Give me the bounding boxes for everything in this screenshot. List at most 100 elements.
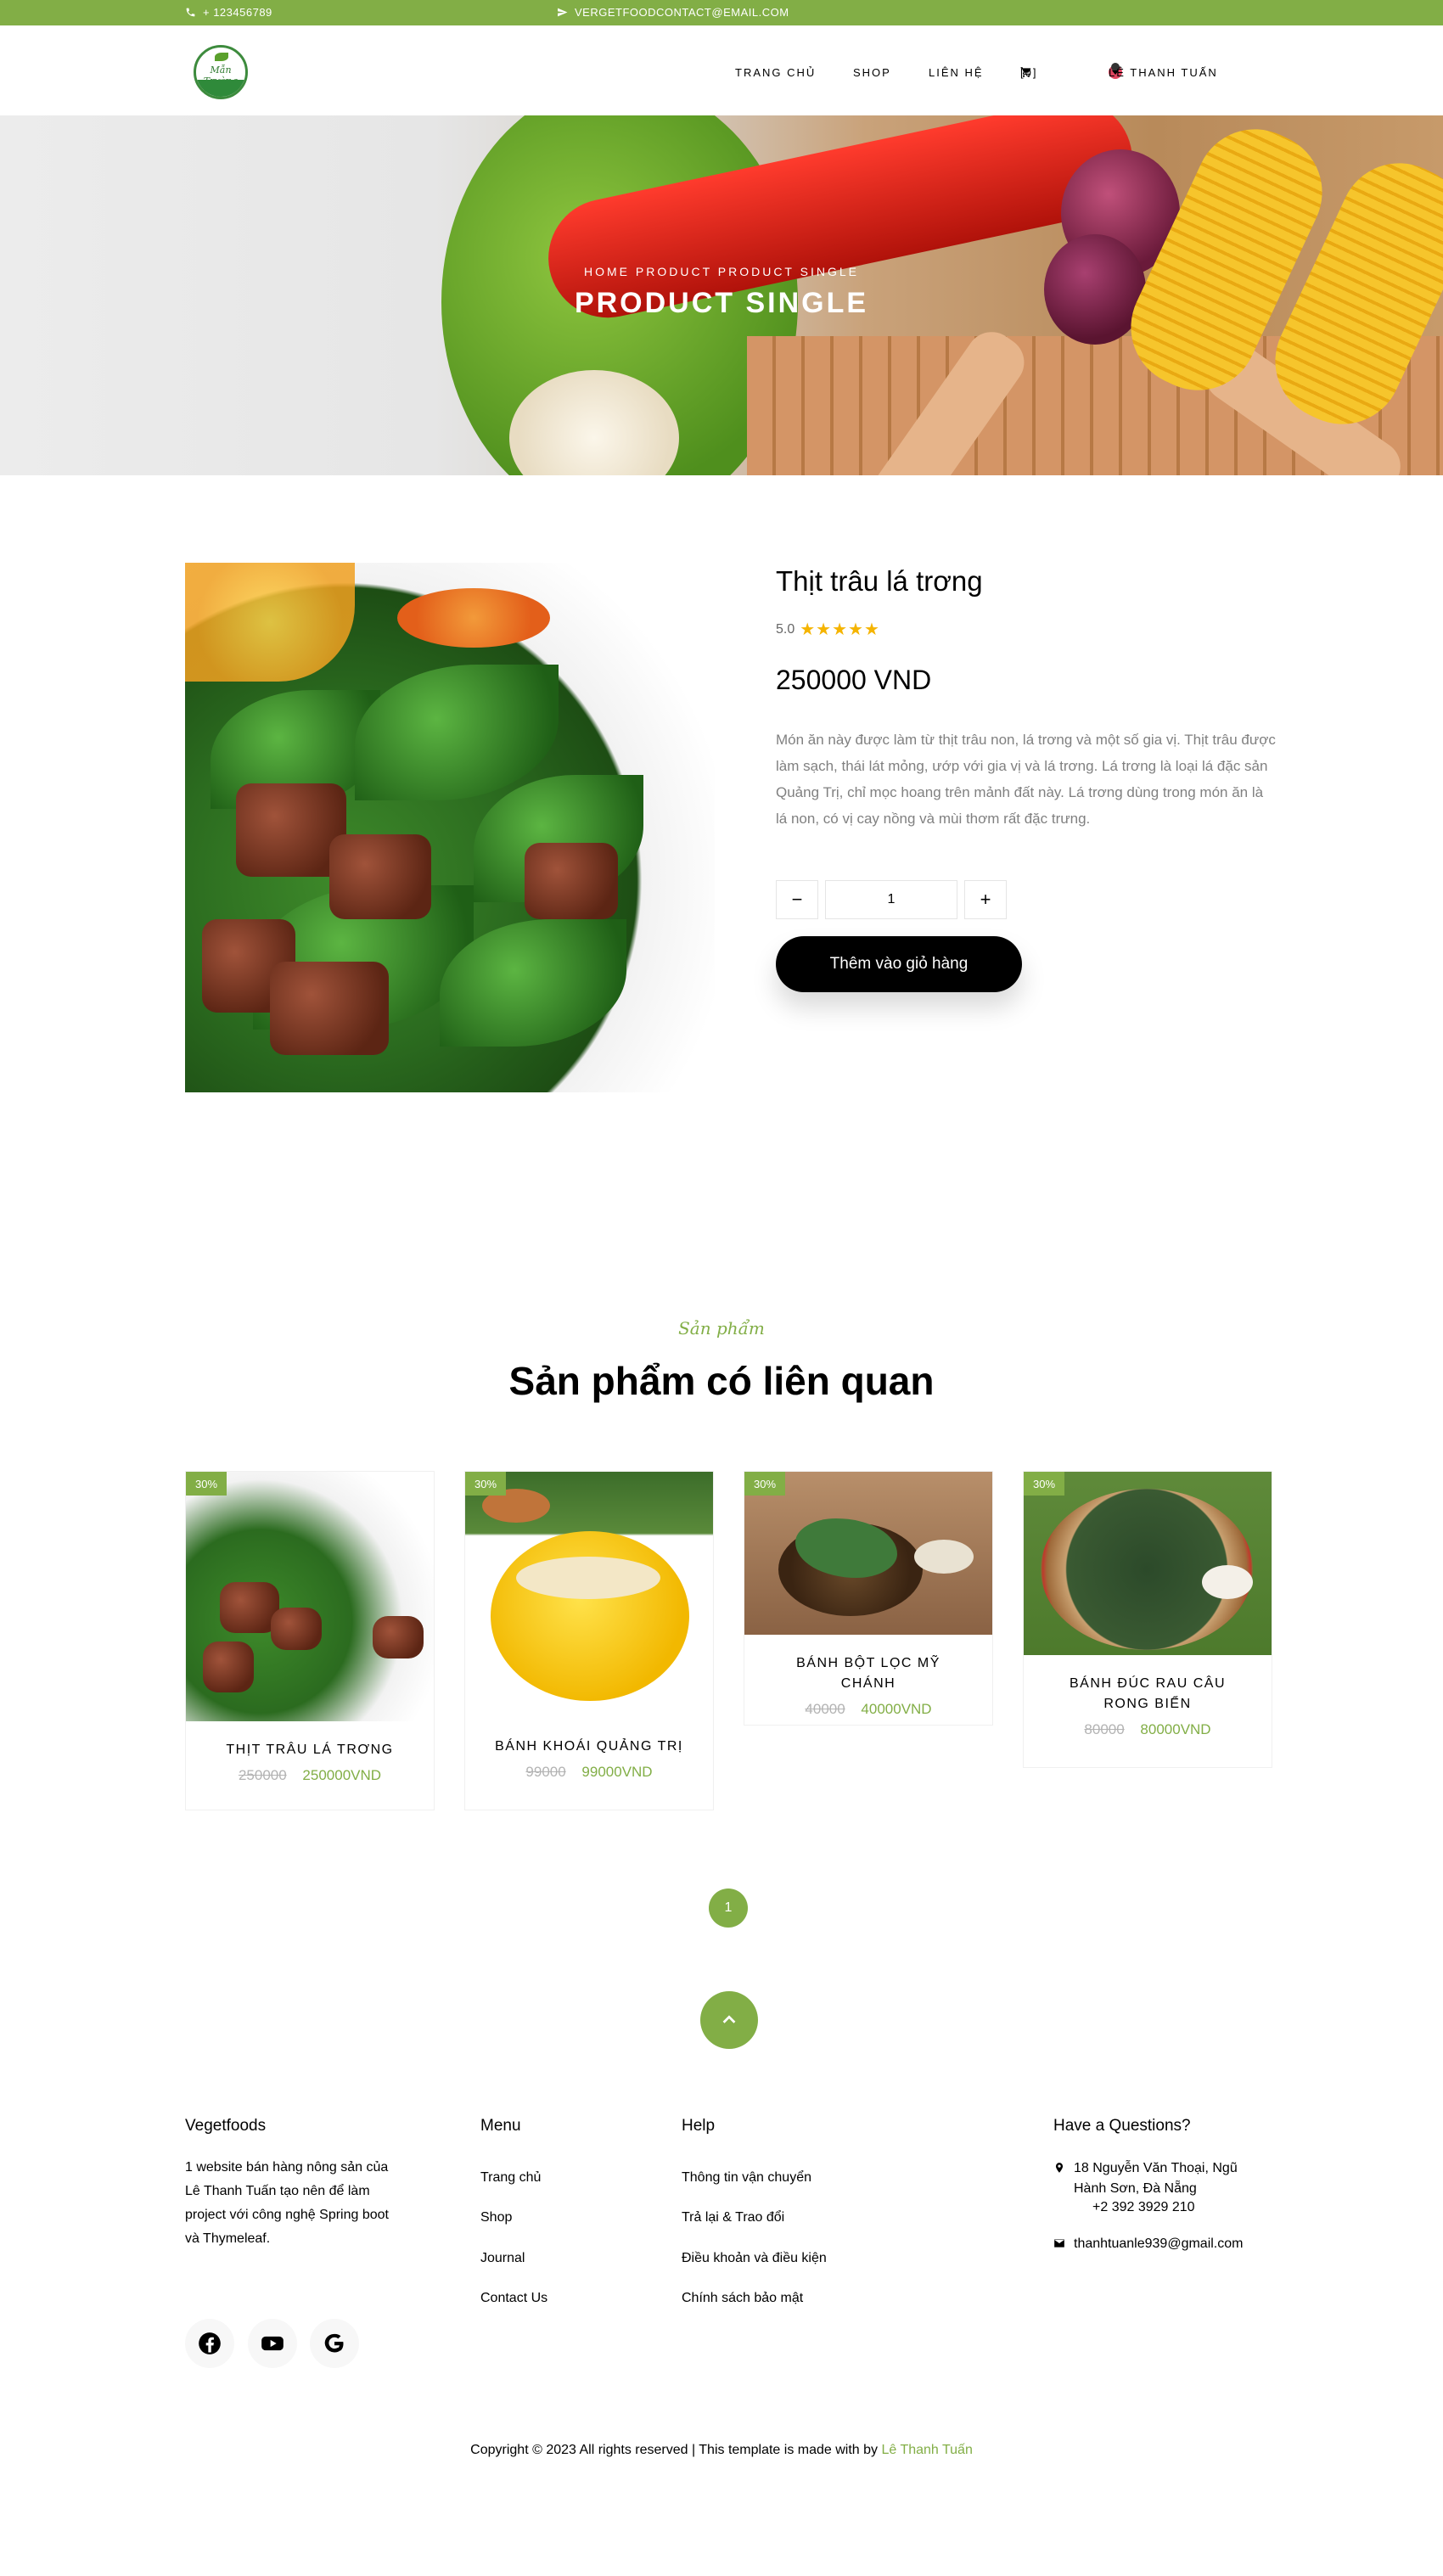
author-link[interactable]: Lê Thanh Tuấn (881, 2443, 972, 2457)
nav-cart[interactable]: [0] (1020, 66, 1036, 79)
footer-link-journal[interactable]: Journal (480, 2251, 525, 2266)
cart-count: [0] (1020, 65, 1038, 79)
topbar-email-text: VERGETFOODCONTACT@EMAIL.COM (575, 6, 789, 19)
footer-address-text: 18 Nguyễn Văn Thoại, Ngũ Hành Sơn, Đà Nẵ… (1074, 2158, 1238, 2199)
image-meat (271, 1608, 322, 1650)
nav-item-home[interactable]: TRANG CHỦ (735, 66, 816, 79)
topbar-email: VERGETFOODCONTACT@EMAIL.COM (557, 6, 789, 19)
new-price: 99000VND (581, 1764, 653, 1780)
logo-leaf (215, 53, 228, 61)
product-card[interactable]: 30% THỊT TRÂU LÁ TRƠNG 250000 250000VND (185, 1471, 435, 1810)
product-card[interactable]: 30% BÁNH KHOÁI QUẢNG TRỊ 99000 99000VND (464, 1471, 714, 1810)
old-price: 40000 (805, 1701, 845, 1717)
quantity-minus-button[interactable]: − (776, 880, 818, 919)
product-card-image[interactable]: 30% (744, 1472, 992, 1635)
product-card-image[interactable]: 30% (465, 1472, 713, 1718)
product-rating: 5.0 ★★★★★ (776, 619, 880, 640)
new-price: 40000VND (861, 1701, 932, 1717)
footer-help-title: Help (682, 2117, 716, 2135)
star-rating-icon[interactable]: ★★★★★ (800, 619, 880, 640)
youtube-icon (261, 2336, 284, 2351)
product-card-prices: 99000 99000VND (465, 1764, 713, 1781)
footer-email[interactable]: thanhtuanle939@gmail.com (1053, 2234, 1243, 2254)
product-card[interactable]: 30% BÁNH ĐÚC RAU CÂU RONG BIỂN 80000 800… (1023, 1471, 1272, 1768)
product-card-prices: 40000 40000VND (744, 1701, 992, 1718)
footer-link-terms[interactable]: Điều khoản và điều kiện (682, 2251, 827, 2266)
nav-item-contact[interactable]: LIÊN HỆ (929, 66, 984, 79)
product-card[interactable]: 30% BÁNH BỘT LỌC MỸ CHÁNH 40000 40000VND (744, 1471, 993, 1726)
product-image[interactable] (185, 563, 715, 1092)
quantity-stepper: − 1 + (776, 880, 1007, 919)
image-leaf (355, 665, 559, 800)
product-name: Thịt trâu lá trơng (776, 565, 983, 597)
quantity-input[interactable]: 1 (825, 880, 957, 919)
chevron-up-icon (722, 2015, 736, 2023)
google-icon (324, 2333, 344, 2353)
phone-icon (186, 8, 195, 17)
image-meat (270, 962, 389, 1055)
product-card-prices: 80000 80000VND (1024, 1721, 1272, 1738)
user-name: LÊ THANH TUẤN (1109, 65, 1218, 79)
new-price: 80000VND (1140, 1721, 1211, 1737)
footer-link-home[interactable]: Trang chủ (480, 2170, 541, 2186)
footer-link-contact[interactable]: Contact Us (480, 2291, 547, 2306)
youtube-button[interactable] (248, 2319, 297, 2368)
footer-email-text[interactable]: thanhtuanle939@gmail.com (1074, 2234, 1243, 2254)
rating-value: 5.0 (776, 621, 795, 637)
image-meat (329, 834, 431, 919)
footer-link-shop[interactable]: Shop (480, 2210, 512, 2225)
google-button[interactable] (310, 2319, 359, 2368)
product-card-name[interactable]: THỊT TRÂU LÁ TRƠNG (186, 1740, 434, 1760)
page-title: PRODUCT SINGLE (574, 287, 869, 319)
topbar-phone-text: + 123456789 (203, 6, 272, 19)
product-card-name[interactable]: BÁNH KHOÁI QUẢNG TRỊ (465, 1737, 713, 1757)
product-card-name[interactable]: BÁNH ĐÚC RAU CÂU RONG BIỂN (1024, 1674, 1272, 1715)
envelope-icon (1054, 2239, 1064, 2248)
discount-badge: 30% (744, 1472, 785, 1496)
hero-banner: HOME PRODUCT PRODUCT SINGLE PRODUCT SING… (0, 115, 1443, 475)
nav-item-shop[interactable]: SHOP (853, 66, 891, 79)
image-sprouts (516, 1557, 660, 1599)
image-meat (525, 843, 618, 919)
old-price: 250000 (238, 1767, 287, 1783)
image-meat (203, 1642, 254, 1692)
product-card-prices: 250000 250000VND (186, 1767, 434, 1784)
footer-contact-title: Have a Questions? (1053, 2117, 1191, 2135)
footer-phone[interactable]: +2 392 3929 210 (1092, 2200, 1195, 2215)
product-card-image[interactable]: 30% (186, 1472, 434, 1721)
footer-link-shipping[interactable]: Thông tin vận chuyển (682, 2170, 811, 2186)
product-card-image[interactable]: 30% (1024, 1472, 1272, 1655)
breadcrumb: HOME PRODUCT PRODUCT SINGLE (584, 265, 859, 278)
footer-about-text: 1 website bán hàng nông sản của Lê Thanh… (185, 2160, 389, 2246)
footer-about-title: Vegetfoods (185, 2117, 267, 2135)
footer-link-returns[interactable]: Trả lại & Trao đổi (682, 2210, 784, 2225)
paper-plane-icon (558, 8, 568, 17)
new-price: 250000VND (302, 1767, 382, 1783)
discount-badge: 30% (186, 1472, 227, 1496)
product-card-name[interactable]: BÁNH BỘT LỌC MỸ CHÁNH (744, 1653, 992, 1694)
topbar-phone: + 123456789 (185, 6, 272, 19)
address-line-1: 18 Nguyễn Văn Thoại, Ngũ (1074, 2161, 1238, 2175)
footer-menu-title: Menu (480, 2117, 521, 2135)
quantity-plus-button[interactable]: + (964, 880, 1007, 919)
discount-badge: 30% (1024, 1472, 1064, 1496)
image-bowl (914, 1540, 974, 1574)
pagination-page[interactable]: 1 (709, 1889, 748, 1928)
footer-address: 18 Nguyễn Văn Thoại, Ngũ Hành Sơn, Đà Nẵ… (1053, 2158, 1238, 2199)
address-line-2: Hành Sơn, Đà Nẵng (1074, 2181, 1197, 2196)
scroll-to-top-button[interactable] (700, 1991, 758, 2049)
footer-link-privacy[interactable]: Chính sách bảo mật (682, 2291, 803, 2306)
related-subheading: Sản phẩm (678, 1318, 765, 1339)
facebook-icon (199, 2332, 221, 2354)
old-price: 80000 (1084, 1721, 1125, 1737)
caret-down-icon (1112, 70, 1119, 75)
product-price: 250000 VND (776, 665, 932, 695)
logo-band (196, 80, 245, 97)
image-meat (373, 1616, 424, 1658)
image-lemon (185, 563, 355, 682)
old-price: 99000 (525, 1764, 566, 1780)
add-to-cart-button[interactable]: Thêm vào giỏ hàng (776, 936, 1022, 992)
navbar: Mẫn Trường TRANG CHỦ SHOP LIÊN HỆ [0] LÊ… (0, 25, 1443, 115)
facebook-button[interactable] (185, 2319, 234, 2368)
map-marker-icon (1055, 2163, 1064, 2173)
